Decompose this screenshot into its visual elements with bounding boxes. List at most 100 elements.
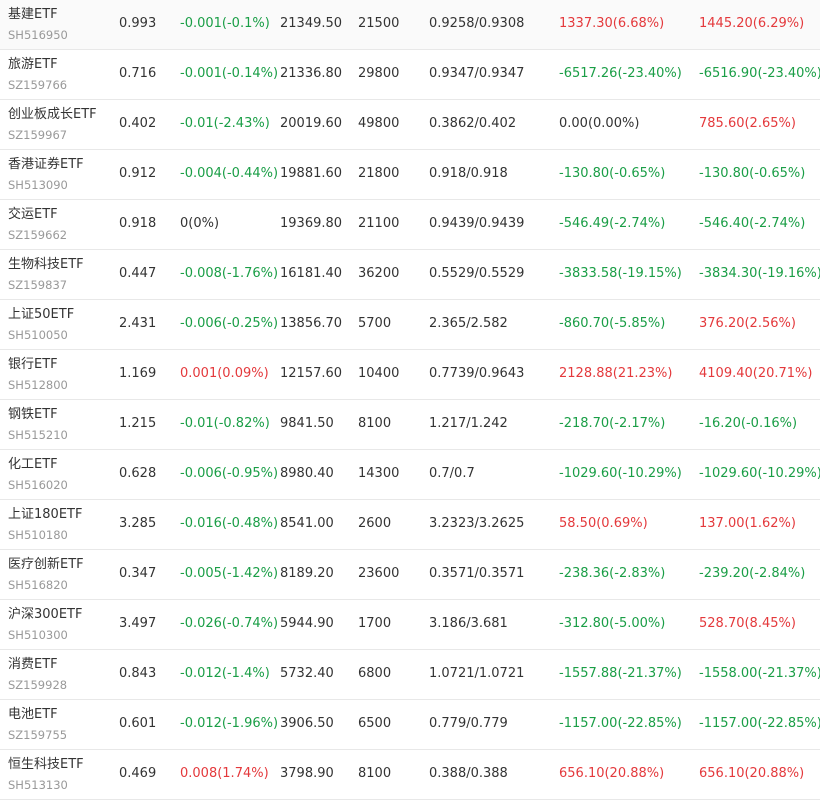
fund-name[interactable]: 上证50ETF <box>8 306 74 324</box>
market-value: 5732.40 <box>280 666 334 681</box>
fund-name-cell[interactable]: 沪深300ETF SH510300 <box>8 606 82 644</box>
fund-name[interactable]: 香港证券ETF <box>8 156 84 174</box>
table-row[interactable]: 医疗创新ETF SH516820 0.347 -0.005(-1.42%) 81… <box>0 550 820 600</box>
fund-code: SZ159928 <box>8 678 68 692</box>
table-row[interactable]: 恒生科技ETF SH513130 0.469 0.008(1.74%) 3798… <box>0 750 820 800</box>
price-change: -0.006(-0.25%) <box>180 316 279 331</box>
current-price: 0.912 <box>119 166 157 181</box>
table-row[interactable]: 消费ETF SZ159928 0.843 -0.012(-1.4%) 5732.… <box>0 650 820 700</box>
share-count: 23600 <box>358 566 400 581</box>
fund-name[interactable]: 电池ETF <box>8 706 67 724</box>
fund-name-cell[interactable]: 创业板成长ETF SZ159967 <box>8 106 97 144</box>
fund-name-cell[interactable]: 香港证券ETF SH513090 <box>8 156 84 194</box>
market-value: 13856.70 <box>280 316 343 331</box>
fund-name-cell[interactable]: 消费ETF SZ159928 <box>8 656 67 694</box>
fund-name-cell[interactable]: 电池ETF SZ159755 <box>8 706 67 744</box>
total-profit-loss: -6516.90(-23.40%) <box>699 66 820 81</box>
share-count: 2600 <box>358 516 392 531</box>
holdings-table: 基建ETF SH516950 0.993 -0.001(-0.1%) 21349… <box>0 0 820 800</box>
current-price: 0.601 <box>119 716 157 731</box>
fund-name-cell[interactable]: 钢铁ETF SH515210 <box>8 406 68 444</box>
table-row[interactable]: 旅游ETF SZ159766 0.716 -0.001(-0.14%) 2133… <box>0 50 820 100</box>
table-row[interactable]: 银行ETF SH512800 1.169 0.001(0.09%) 12157.… <box>0 350 820 400</box>
fund-name-cell[interactable]: 上证180ETF SH510180 <box>8 506 82 544</box>
price-change: -0.012(-1.96%) <box>180 716 279 731</box>
total-profit-loss: 137.00(1.62%) <box>699 516 796 531</box>
price-change: 0(0%) <box>180 216 220 231</box>
table-row[interactable]: 基建ETF SH516950 0.993 -0.001(-0.1%) 21349… <box>0 0 820 50</box>
today-profit-loss: -1157.00(-22.85%) <box>559 716 682 731</box>
fund-name[interactable]: 交运ETF <box>8 206 67 224</box>
table-row[interactable]: 上证50ETF SH510050 2.431 -0.006(-0.25%) 13… <box>0 300 820 350</box>
fund-name[interactable]: 沪深300ETF <box>8 606 82 624</box>
fund-code: SH516820 <box>8 578 68 592</box>
current-price: 0.628 <box>119 466 157 481</box>
total-profit-loss: -1558.00(-21.37%) <box>699 666 820 681</box>
fund-name-cell[interactable]: 医疗创新ETF SH516820 <box>8 556 84 594</box>
total-profit-loss: -16.20(-0.16%) <box>699 416 798 431</box>
share-count: 6500 <box>358 716 392 731</box>
market-value: 20019.60 <box>280 116 343 131</box>
share-count: 29800 <box>358 66 400 81</box>
fund-code: SH510300 <box>8 628 68 642</box>
fund-name-cell[interactable]: 银行ETF SH512800 <box>8 356 68 394</box>
fund-code: SZ159837 <box>8 278 68 292</box>
fund-code: SH513090 <box>8 178 68 192</box>
price-change: -0.01(-0.82%) <box>180 416 270 431</box>
today-profit-loss: -238.36(-2.83%) <box>559 566 666 581</box>
price-change: 0.008(1.74%) <box>180 766 269 781</box>
table-row[interactable]: 上证180ETF SH510180 3.285 -0.016(-0.48%) 8… <box>0 500 820 550</box>
share-count: 36200 <box>358 266 400 281</box>
price-change: -0.001(-0.1%) <box>180 16 270 31</box>
fund-name[interactable]: 上证180ETF <box>8 506 82 524</box>
fund-name[interactable]: 化工ETF <box>8 456 68 474</box>
fund-name-cell[interactable]: 生物科技ETF SZ159837 <box>8 256 84 294</box>
cost-price: 3.186/3.681 <box>429 616 508 631</box>
market-value: 9841.50 <box>280 416 334 431</box>
fund-name-cell[interactable]: 化工ETF SH516020 <box>8 456 68 494</box>
current-price: 0.918 <box>119 216 157 231</box>
fund-name[interactable]: 恒生科技ETF <box>8 756 84 774</box>
share-count: 21100 <box>358 216 400 231</box>
today-profit-loss: -218.70(-2.17%) <box>559 416 666 431</box>
fund-name-cell[interactable]: 上证50ETF SH510050 <box>8 306 74 344</box>
total-profit-loss: 528.70(8.45%) <box>699 616 796 631</box>
current-price: 3.497 <box>119 616 157 631</box>
today-profit-loss: 2128.88(21.23%) <box>559 366 673 381</box>
table-row[interactable]: 生物科技ETF SZ159837 0.447 -0.008(-1.76%) 16… <box>0 250 820 300</box>
today-profit-loss: -546.49(-2.74%) <box>559 216 666 231</box>
total-profit-loss: 1445.20(6.29%) <box>699 16 805 31</box>
share-count: 14300 <box>358 466 400 481</box>
fund-name-cell[interactable]: 旅游ETF SZ159766 <box>8 56 67 94</box>
fund-name[interactable]: 银行ETF <box>8 356 68 374</box>
today-profit-loss: 0.00(0.00%) <box>559 116 640 131</box>
fund-name-cell[interactable]: 恒生科技ETF SH513130 <box>8 756 84 794</box>
fund-name-cell[interactable]: 基建ETF SH516950 <box>8 6 68 44</box>
today-profit-loss: -1029.60(-10.29%) <box>559 466 682 481</box>
table-row[interactable]: 沪深300ETF SH510300 3.497 -0.026(-0.74%) 5… <box>0 600 820 650</box>
cost-price: 0.3862/0.402 <box>429 116 517 131</box>
table-row[interactable]: 交运ETF SZ159662 0.918 0(0%) 19369.80 2110… <box>0 200 820 250</box>
fund-code: SH512800 <box>8 378 68 392</box>
table-row[interactable]: 香港证券ETF SH513090 0.912 -0.004(-0.44%) 19… <box>0 150 820 200</box>
fund-name[interactable]: 旅游ETF <box>8 56 67 74</box>
fund-code: SH513130 <box>8 778 68 792</box>
total-profit-loss: -239.20(-2.84%) <box>699 566 806 581</box>
share-count: 10400 <box>358 366 400 381</box>
table-row[interactable]: 电池ETF SZ159755 0.601 -0.012(-1.96%) 3906… <box>0 700 820 750</box>
table-row[interactable]: 创业板成长ETF SZ159967 0.402 -0.01(-2.43%) 20… <box>0 100 820 150</box>
fund-name[interactable]: 消费ETF <box>8 656 67 674</box>
fund-name[interactable]: 生物科技ETF <box>8 256 84 274</box>
fund-name[interactable]: 创业板成长ETF <box>8 106 97 124</box>
fund-name[interactable]: 钢铁ETF <box>8 406 68 424</box>
table-row[interactable]: 化工ETF SH516020 0.628 -0.006(-0.95%) 8980… <box>0 450 820 500</box>
fund-name[interactable]: 基建ETF <box>8 6 68 24</box>
fund-code: SZ159662 <box>8 228 68 242</box>
total-profit-loss: -1029.60(-10.29%) <box>699 466 820 481</box>
fund-name-cell[interactable]: 交运ETF SZ159662 <box>8 206 67 244</box>
table-row[interactable]: 钢铁ETF SH515210 1.215 -0.01(-0.82%) 9841.… <box>0 400 820 450</box>
cost-price: 0.7/0.7 <box>429 466 475 481</box>
fund-code: SZ159755 <box>8 728 68 742</box>
fund-name[interactable]: 医疗创新ETF <box>8 556 84 574</box>
cost-price: 0.9258/0.9308 <box>429 16 525 31</box>
